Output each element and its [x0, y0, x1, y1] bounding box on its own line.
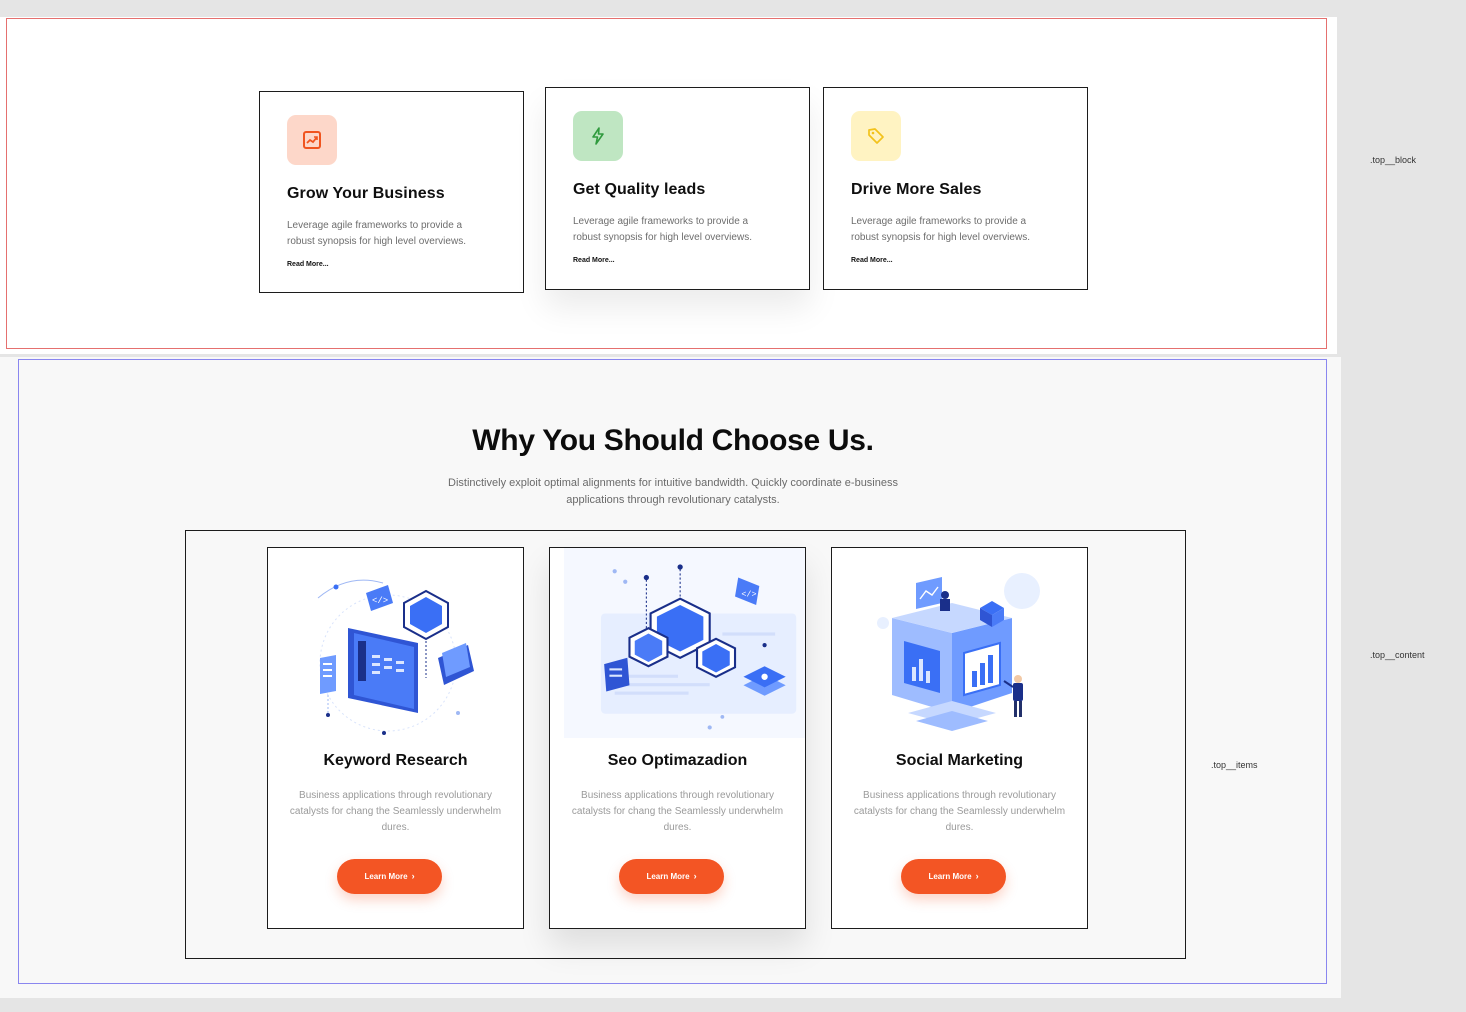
svg-text:</>: </>: [741, 590, 756, 600]
label-top-content: .top__content: [1370, 650, 1425, 660]
label-top-block: .top__block: [1370, 155, 1417, 165]
button-label: Learn More: [646, 872, 690, 881]
feature-card-sales: Drive More Sales Leverage agile framewor…: [823, 87, 1088, 290]
learn-more-button[interactable]: Learn More ›: [901, 859, 1006, 894]
service-title: Social Marketing: [895, 752, 1024, 769]
feature-card-leads: Get Quality leads Leverage agile framewo…: [545, 87, 810, 290]
chart-up-icon: [287, 115, 337, 165]
service-card-keyword: </> Keyword Research Business applicatio…: [267, 547, 524, 929]
tag-icon: [851, 111, 901, 161]
feature-card-grow: Grow Your Business Leverage agile framew…: [259, 91, 524, 293]
button-label: Learn More: [928, 872, 972, 881]
learn-more-button[interactable]: Learn More ›: [619, 859, 724, 894]
keyword-research-illustration: </>: [317, 579, 474, 735]
read-more-link[interactable]: Read More...: [287, 261, 329, 268]
service-card-seo: </> Seo Optimazadion Business applicatio…: [549, 547, 806, 929]
service-card-social: Social Marketing Business applications t…: [831, 547, 1088, 929]
social-marketing-illustration: [877, 573, 1040, 731]
feature-description: Leverage agile frameworks to provide a r…: [851, 216, 1030, 243]
seo-optimization-illustration: </>: [564, 548, 805, 738]
service-title: Seo Optimazadion: [607, 752, 748, 769]
section-subtitle: Distinctively exploit optimal alignments…: [448, 477, 898, 506]
read-more-link[interactable]: Read More...: [573, 257, 615, 264]
feature-title: Get Quality leads: [573, 181, 706, 198]
service-title: Keyword Research: [323, 752, 468, 769]
feature-description: Leverage agile frameworks to provide a r…: [573, 216, 752, 243]
chevron-right-icon: ›: [975, 871, 979, 881]
learn-more-button[interactable]: Learn More ›: [337, 859, 442, 894]
chevron-right-icon: ›: [411, 871, 415, 881]
feature-description: Leverage agile frameworks to provide a r…: [287, 220, 466, 247]
feature-title: Drive More Sales: [851, 181, 982, 198]
service-description: Business applications through revolution…: [853, 790, 1066, 833]
service-description: Business applications through revolution…: [289, 790, 502, 833]
read-more-link[interactable]: Read More...: [851, 257, 893, 264]
feature-title: Grow Your Business: [287, 185, 445, 202]
section-title: Why You Should Choose Us.: [472, 424, 874, 457]
button-label: Learn More: [364, 872, 408, 881]
lightning-icon: [573, 111, 623, 161]
chevron-right-icon: ›: [693, 871, 697, 881]
svg-text:</>: </>: [372, 596, 388, 606]
service-description: Business applications through revolution…: [571, 790, 784, 833]
label-top-items: .top__items: [1211, 760, 1258, 770]
